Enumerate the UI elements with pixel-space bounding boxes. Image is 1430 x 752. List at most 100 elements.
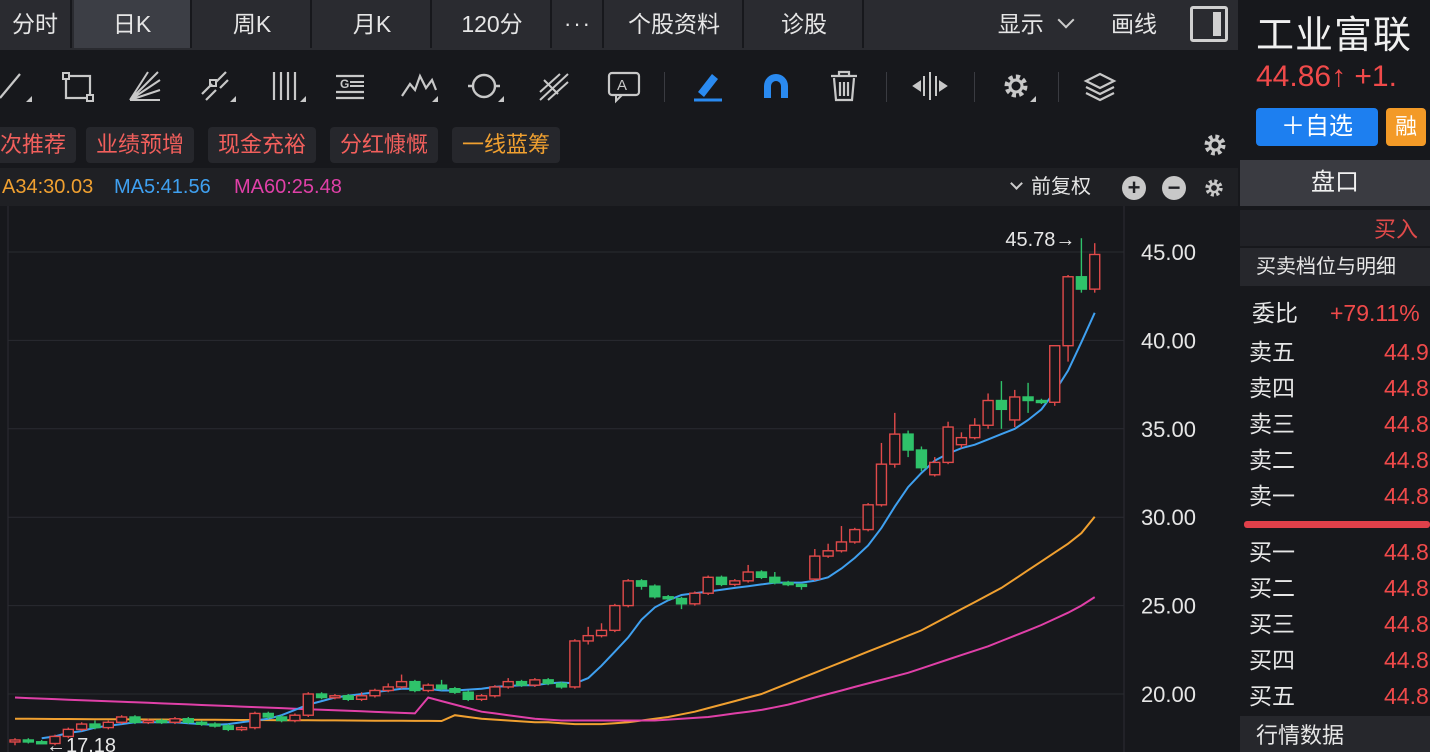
- ask-row: 卖二 44.8: [1240, 442, 1430, 478]
- candle: [742, 564, 754, 583]
- y-axis-tick-label: 40.00: [1141, 328, 1196, 353]
- candle: [449, 686, 461, 694]
- cycle-tool-icon[interactable]: [464, 66, 504, 106]
- tab-daily-k[interactable]: 日K: [74, 0, 192, 48]
- orderbook-tab[interactable]: 盘口: [1240, 160, 1430, 206]
- fork-tool-icon[interactable]: [534, 66, 574, 106]
- market-data-tab[interactable]: 行情数据: [1240, 716, 1430, 752]
- candle: [289, 713, 301, 723]
- wave-tool-icon[interactable]: [398, 66, 438, 106]
- candle-body: [689, 592, 701, 605]
- candle: [729, 579, 741, 587]
- candle: [235, 725, 248, 732]
- tag-blue-chip[interactable]: 一线蓝筹: [452, 127, 561, 163]
- draw-line-button[interactable]: 画线: [1094, 0, 1174, 48]
- candle: [115, 715, 128, 725]
- candle: [995, 381, 1008, 429]
- bid-row: 买二 44.8: [1240, 570, 1430, 606]
- candle-body: [129, 716, 141, 723]
- align-icon[interactable]: [910, 66, 950, 106]
- candle: [969, 418, 981, 440]
- magnet-icon[interactable]: [756, 66, 796, 106]
- candle-body: [115, 716, 128, 723]
- candle: [809, 549, 821, 581]
- text-format-icon[interactable]: G: [330, 66, 370, 106]
- candle: [769, 572, 781, 585]
- ask-label: 卖四: [1249, 375, 1295, 401]
- candle: [929, 457, 941, 477]
- zoom-in-icon[interactable]: +: [1122, 176, 1146, 200]
- tab-stock-profile[interactable]: 个股资料: [606, 0, 744, 48]
- tab-monthly-k[interactable]: 月K: [314, 0, 432, 48]
- tab-intraday[interactable]: 分时: [0, 0, 72, 48]
- candle-body: [369, 689, 381, 697]
- tab-diagnosis[interactable]: 诊股: [746, 0, 864, 48]
- candle: [409, 679, 421, 693]
- tag-dividend[interactable]: 分红慷慨: [330, 127, 439, 163]
- rectangle-tool-icon[interactable]: [58, 66, 98, 106]
- delete-icon[interactable]: [824, 66, 864, 106]
- candle-body: [1009, 396, 1021, 421]
- candle-body: [75, 723, 88, 731]
- margin-button[interactable]: 融: [1386, 108, 1426, 146]
- panel-toggle-icon[interactable]: [1190, 6, 1228, 42]
- orderbook-detail-tab[interactable]: 买卖档位与明细: [1240, 248, 1430, 286]
- ma5-line: [41, 312, 1096, 740]
- candle: [675, 596, 688, 610]
- tab-weekly-k[interactable]: 周K: [194, 0, 312, 48]
- settings-icon[interactable]: [996, 66, 1036, 106]
- candle-body: [235, 726, 248, 731]
- bid-label: 买一: [1249, 539, 1295, 565]
- ask-row: 卖四 44.8: [1240, 370, 1430, 406]
- buy-button[interactable]: 买入: [1240, 210, 1430, 246]
- bid-row: 买一 44.8: [1240, 534, 1430, 570]
- candle: [462, 690, 474, 702]
- zoom-out-icon[interactable]: −: [1162, 176, 1186, 200]
- candle: [249, 711, 261, 730]
- tab-more[interactable]: ···: [554, 0, 604, 48]
- price-adjust-dropdown[interactable]: 前复权: [1010, 168, 1091, 206]
- kline-chart-svg: 45.00 40.00 35.00 30.00 25.00 20.00 45.78→ ←17…: [7, 206, 1196, 752]
- candle-body: [275, 716, 288, 722]
- candle: [395, 674, 408, 689]
- candle-body: [782, 581, 794, 586]
- candle: [595, 623, 608, 638]
- y-axis-tick-label: 45.00: [1141, 240, 1196, 265]
- candle: [1049, 345, 1061, 406]
- candle: [635, 579, 648, 590]
- candle-body: [822, 550, 834, 557]
- annotation-icon[interactable]: A: [604, 66, 644, 106]
- gear-icon[interactable]: [1198, 128, 1232, 162]
- channel-tool-icon[interactable]: [196, 66, 236, 106]
- tab-120min[interactable]: 120分: [434, 0, 552, 48]
- highlight-pen-icon[interactable]: [688, 66, 728, 106]
- bid-price: 44.8: [1384, 611, 1429, 637]
- candle: [835, 526, 848, 553]
- candle-body: [982, 399, 994, 426]
- candle: [382, 683, 394, 693]
- tag-cash-rich[interactable]: 现金充裕: [208, 127, 317, 163]
- candle-body: [969, 424, 981, 439]
- candle: [1062, 274, 1074, 362]
- tag-earnings-up[interactable]: 业绩预增: [86, 127, 195, 163]
- candle-body: [555, 682, 568, 688]
- layers-icon[interactable]: [1080, 66, 1120, 106]
- candle-body: [1022, 396, 1034, 402]
- candle-body: [89, 723, 101, 729]
- tag-recommend[interactable]: 次推荐: [0, 127, 77, 163]
- fan-tool-icon[interactable]: [124, 66, 164, 106]
- kline-chart[interactable]: 45.00 40.00 35.00 30.00 25.00 20.00 45.78→ ←17…: [0, 206, 1238, 752]
- candle-body: [649, 585, 661, 598]
- vertical-lines-icon[interactable]: [266, 66, 306, 106]
- candle-body: [222, 725, 234, 731]
- display-dropdown[interactable]: 显示: [980, 0, 1090, 48]
- candle: [502, 678, 514, 689]
- line-tool-icon[interactable]: [0, 66, 34, 106]
- add-watchlist-button[interactable]: ＋自选: [1256, 108, 1378, 146]
- candle-body: [582, 634, 594, 642]
- candle-body: [489, 686, 501, 697]
- candle: [1075, 238, 1088, 293]
- gear-icon[interactable]: [1200, 174, 1228, 202]
- period-tab-bar: 分时 日K 周K 月K 120分 ··· 个股资料 诊股 显示 画线: [0, 0, 1238, 50]
- ma34-legend: A34:30.03: [2, 176, 94, 198]
